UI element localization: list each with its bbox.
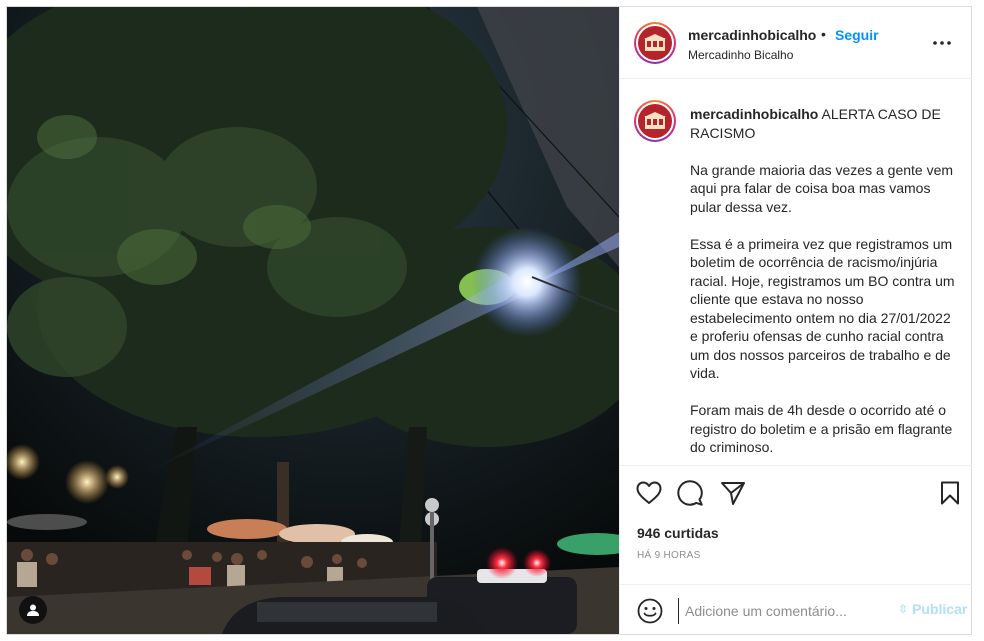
post-timestamp[interactable]: HÁ 9 HORAS — [637, 550, 701, 561]
caption-text: mercadinhobicalho ALERTA CASO DE RACISMO… — [690, 105, 958, 465]
separator-dot: • — [821, 26, 826, 42]
user-tag-icon[interactable] — [19, 596, 47, 624]
paper-plane-icon[interactable] — [720, 480, 746, 506]
comment-bar: ⇳ Publicar — [620, 584, 972, 636]
header-username[interactable]: mercadinhobicalho — [688, 27, 816, 43]
caption-section: mercadinhobicalho ALERTA CASO DE RACISMO… — [620, 79, 972, 465]
more-options-icon[interactable] — [930, 31, 954, 55]
post-actions: 946 curtidas HÁ 9 HORAS ⇳ Publicar — [620, 465, 972, 635]
publish-label: Publicar — [912, 601, 968, 617]
caption-paragraph: Essa é a primeira vez que registramos um… — [690, 235, 955, 382]
post-side-panel: mercadinhobicalho • Seguir Mercadinho Bi… — [619, 7, 972, 635]
mercadinho-bicalho-logo-icon — [638, 104, 672, 138]
comment-bubble-icon[interactable] — [677, 480, 703, 506]
post-photo[interactable] — [7, 7, 619, 634]
loading-spinner-icon: ⇳ — [898, 602, 909, 616]
comment-input[interactable] — [678, 598, 883, 624]
publish-button[interactable]: ⇳ Publicar — [898, 601, 967, 617]
caption-paragraph: Foram mais de 4h desde o ocorrido até o … — [690, 402, 953, 455]
night-street-scene — [7, 7, 619, 634]
bookmark-icon[interactable] — [937, 480, 963, 506]
caption-paragraph: Na grande maioria das vezes a gente vem … — [690, 161, 954, 215]
follow-button[interactable]: Seguir — [835, 27, 879, 43]
caption-username[interactable]: mercadinhobicalho — [690, 106, 818, 122]
profile-avatar[interactable] — [634, 22, 676, 64]
smiley-icon[interactable] — [637, 598, 663, 624]
heart-icon[interactable] — [636, 480, 662, 506]
mercadinho-bicalho-logo-icon — [638, 26, 672, 60]
instagram-post: mercadinhobicalho • Seguir Mercadinho Bi… — [6, 6, 972, 635]
post-header: mercadinhobicalho • Seguir Mercadinho Bi… — [620, 7, 972, 79]
location-link[interactable]: Mercadinho Bicalho — [688, 48, 793, 62]
likes-count[interactable]: 946 curtidas — [637, 525, 719, 541]
caption-avatar[interactable] — [634, 100, 676, 142]
